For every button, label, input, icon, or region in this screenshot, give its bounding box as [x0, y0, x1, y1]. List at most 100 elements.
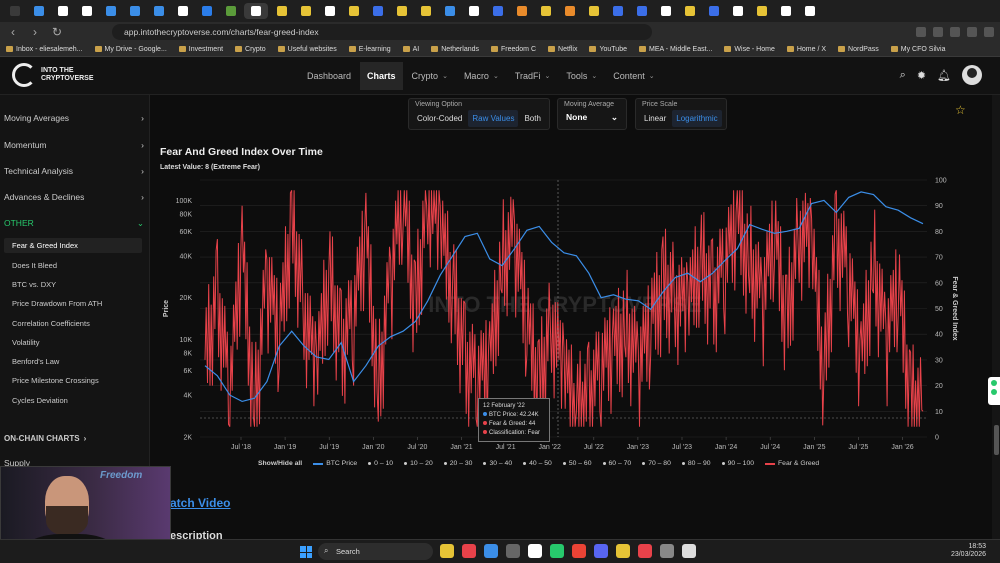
- legend-item[interactable]: BTC Price: [313, 460, 357, 467]
- extension-icon[interactable]: [967, 27, 977, 37]
- color-coded-button[interactable]: Color-Coded: [413, 110, 466, 127]
- bookmark-item[interactable]: Inbox - eliesalemeh...: [6, 46, 83, 53]
- side-widget[interactable]: [988, 377, 1000, 405]
- both-button[interactable]: Both: [520, 110, 544, 127]
- sidebar-subitem[interactable]: Benford's Law: [12, 357, 59, 366]
- browser-tab[interactable]: [439, 3, 460, 19]
- extension-icon[interactable]: [950, 27, 960, 37]
- browser-tab[interactable]: [172, 3, 193, 19]
- legend-item[interactable]: 60 – 70: [602, 460, 631, 467]
- moving-average-select[interactable]: None ⌄: [562, 108, 622, 127]
- sidebar-subitem[interactable]: Price Milestone Crossings: [12, 376, 99, 385]
- discord-icon[interactable]: [594, 544, 608, 558]
- back-icon[interactable]: ‹: [6, 25, 20, 39]
- browser-tab[interactable]: [607, 3, 628, 19]
- browser-tab[interactable]: [196, 3, 217, 19]
- sidebar-item-moving-averages[interactable]: Moving Averages ›: [4, 113, 144, 123]
- browser-tab[interactable]: [559, 3, 580, 19]
- browser-tab[interactable]: [463, 3, 484, 19]
- extension-icon[interactable]: [916, 27, 926, 37]
- browser-tab[interactable]: [244, 3, 268, 19]
- nav-content[interactable]: Content ⌄: [606, 62, 661, 90]
- legend-item[interactable]: 90 – 100: [721, 460, 754, 467]
- browser-tab[interactable]: [511, 3, 532, 19]
- browser-tab[interactable]: [100, 3, 121, 19]
- browser-tab[interactable]: [487, 3, 508, 19]
- browser-tab[interactable]: [28, 3, 49, 19]
- sidebar-subitem[interactable]: Cycles Deviation: [12, 396, 68, 405]
- bookmark-item[interactable]: My CFO Silvia: [890, 46, 946, 53]
- sidebar-item-technical-analysis[interactable]: Technical Analysis ›: [4, 166, 144, 176]
- app-icon[interactable]: [484, 544, 498, 558]
- browser-tab[interactable]: [220, 3, 241, 19]
- browser-tab[interactable]: [655, 3, 676, 19]
- bookmark-item[interactable]: Investment: [178, 46, 223, 53]
- bookmark-item[interactable]: Useful websites: [277, 46, 337, 53]
- browser-tab[interactable]: [535, 3, 556, 19]
- app-icon[interactable]: [682, 544, 696, 558]
- sidebar-subitem[interactable]: BTC vs. DXY: [12, 280, 56, 289]
- app-icon[interactable]: [638, 544, 652, 558]
- profile-icon[interactable]: [984, 27, 994, 37]
- bookmark-item[interactable]: AI: [402, 46, 419, 53]
- browser-tab[interactable]: [631, 3, 652, 19]
- browser-tab[interactable]: [703, 3, 724, 19]
- browser-tab[interactable]: [799, 3, 820, 19]
- nav-charts[interactable]: Charts: [360, 62, 403, 90]
- favorite-star-icon[interactable]: ☆: [955, 103, 966, 117]
- sidebar-subitem[interactable]: Does It Bleed: [12, 261, 57, 270]
- browser-tab[interactable]: [751, 3, 772, 19]
- fear-greed-chart[interactable]: INTO THE CRYPTOVERSE2K4K6K8K10K20K40K60K…: [155, 172, 965, 457]
- legend-item[interactable]: 80 – 90: [681, 460, 711, 467]
- sidebar-item-other[interactable]: OTHER ⌄: [4, 218, 144, 229]
- sidebar-item-momentum[interactable]: Momentum ›: [4, 140, 144, 150]
- browser-tab[interactable]: [367, 3, 388, 19]
- browser-tab[interactable]: [415, 3, 436, 19]
- extension-icon[interactable]: [933, 27, 943, 37]
- browser-tab[interactable]: [295, 3, 316, 19]
- legend-item[interactable]: 50 – 60: [562, 460, 592, 467]
- browser-tab[interactable]: [124, 3, 145, 19]
- bookmark-item[interactable]: Home / X: [786, 46, 826, 53]
- browser-tab[interactable]: [319, 3, 340, 19]
- bookmark-item[interactable]: NordPass: [838, 46, 879, 53]
- browser-tab[interactable]: [775, 3, 796, 19]
- app-icon[interactable]: [660, 544, 674, 558]
- file-explorer-icon[interactable]: [440, 544, 454, 558]
- site-logo[interactable]: INTO THE CRYPTOVERSE: [12, 63, 121, 87]
- browser-tab[interactable]: [4, 3, 25, 19]
- linear-button[interactable]: Linear: [640, 110, 670, 127]
- sidebar-subitem-fear-greed[interactable]: Fear & Greed Index: [4, 238, 142, 253]
- theme-toggle-icon[interactable]: ✹: [917, 69, 926, 82]
- tradingview-icon[interactable]: [528, 544, 542, 558]
- browser-tab[interactable]: [271, 3, 292, 19]
- logarithmic-button[interactable]: Logarithmic: [672, 110, 722, 127]
- legend-item[interactable]: Show/Hide all: [258, 460, 302, 467]
- url-input[interactable]: app.intothecryptoverse.com/charts/fear-g…: [112, 24, 652, 40]
- browser-tab[interactable]: [343, 3, 364, 19]
- sidebar-item-advances-declines[interactable]: Advances & Declines ›: [4, 192, 144, 202]
- nav-dashboard[interactable]: Dashboard: [300, 62, 358, 90]
- avatar[interactable]: [962, 65, 982, 85]
- nav-macro[interactable]: Macro ⌄: [457, 62, 506, 90]
- sidebar-item-onchain[interactable]: ON-CHAIN CHARTS ›: [4, 434, 144, 443]
- legend-item[interactable]: 40 – 50: [523, 460, 552, 467]
- whatsapp-icon[interactable]: [550, 544, 564, 558]
- bookmark-item[interactable]: MEA - Middle East...: [638, 46, 712, 53]
- bookmark-item[interactable]: Crypto: [235, 46, 266, 53]
- windows-start-icon[interactable]: [300, 546, 312, 558]
- browser-tab[interactable]: [679, 3, 700, 19]
- legend-item[interactable]: 20 – 30: [443, 460, 472, 467]
- nav-crypto[interactable]: Crypto ⌄: [405, 62, 455, 90]
- bookmark-item[interactable]: Freedom C: [491, 46, 536, 53]
- legend-item[interactable]: Fear & Greed: [765, 460, 819, 467]
- bookmark-item[interactable]: Wise - Home: [724, 46, 775, 53]
- browser-tab[interactable]: [583, 3, 604, 19]
- browser-tab[interactable]: [148, 3, 169, 19]
- browser-tab[interactable]: [52, 3, 73, 19]
- search-icon[interactable]: ⌕: [900, 69, 906, 82]
- bookmark-item[interactable]: E-learning: [348, 46, 391, 53]
- legend-item[interactable]: 0 – 10: [368, 460, 393, 467]
- forward-icon[interactable]: ›: [28, 25, 42, 39]
- brave-icon[interactable]: [462, 544, 476, 558]
